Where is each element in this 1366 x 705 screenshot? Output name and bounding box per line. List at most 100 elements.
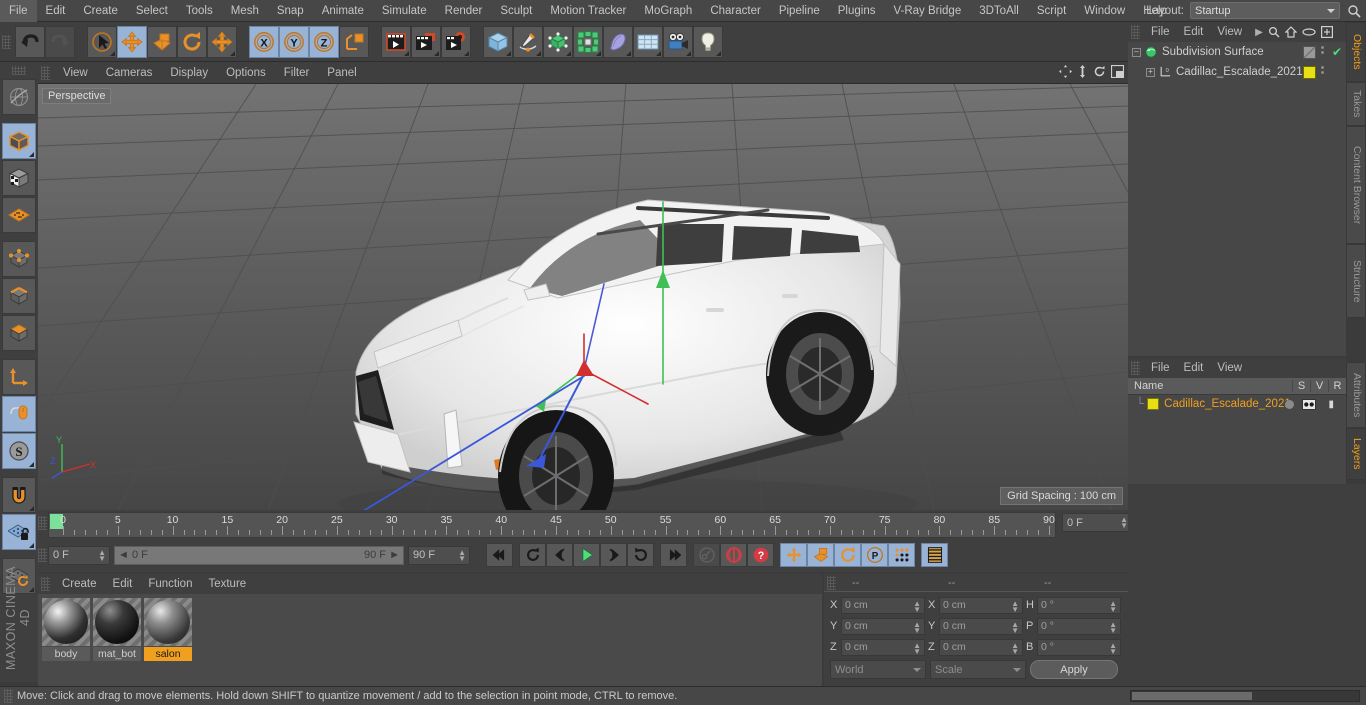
current-frame-field[interactable]: 0 F ▲ ▼	[48, 545, 110, 565]
material-preview[interactable]	[93, 598, 141, 646]
record-active-objects-button[interactable]	[720, 543, 747, 567]
material-menu-texture[interactable]: Texture	[200, 574, 254, 594]
coord-position-field[interactable]: 0 cm ▲ ▼	[841, 617, 925, 635]
coord-size-field[interactable]: 0 cm ▲ ▼	[939, 617, 1023, 635]
play-button[interactable]	[573, 543, 600, 567]
material-name[interactable]: salon	[144, 647, 192, 661]
viewport-menu-panel[interactable]: Panel	[318, 62, 365, 84]
scrollbar-thumb[interactable]	[1132, 692, 1252, 700]
layer-color-swatch[interactable]	[1147, 398, 1160, 410]
expand-corner-icon[interactable]	[110, 50, 115, 56]
stepper-icon-s0[interactable]: ▲ ▼	[1011, 599, 1019, 613]
key-rotation-button[interactable]	[834, 543, 861, 567]
undo-button[interactable]	[15, 25, 45, 58]
scene-object-button[interactable]	[603, 25, 633, 58]
viewport-menu-filter[interactable]: Filter	[275, 62, 319, 84]
viewport-menu-cameras[interactable]: Cameras	[97, 62, 162, 84]
layer-row[interactable]: └ Cadillac_Escalade_2021 ▮	[1128, 395, 1346, 413]
object-tag[interactable]	[1303, 66, 1316, 79]
toolbar-grip[interactable]	[2, 34, 11, 49]
expand-corner-icon[interactable]	[404, 50, 409, 56]
polygon-mode-button[interactable]	[2, 315, 36, 351]
coord-rotation-field[interactable]: 0 ° ▲ ▼	[1037, 617, 1121, 635]
make-editable-button[interactable]	[2, 79, 36, 115]
stepper-icon-r0[interactable]: ▲ ▼	[1109, 599, 1117, 613]
coord-position-field[interactable]: 0 cm ▲ ▼	[841, 638, 925, 656]
vertical-tab-structure[interactable]: Structure	[1346, 244, 1366, 318]
expand-corner-icon[interactable]	[506, 50, 511, 56]
enable-axis-button[interactable]	[2, 396, 36, 432]
expand-corner-icon[interactable]	[230, 50, 235, 56]
world-axis-button[interactable]	[339, 25, 369, 58]
workplane-lock-button[interactable]	[2, 514, 36, 550]
object-menu-view[interactable]: View	[1210, 22, 1249, 42]
light-button[interactable]	[693, 25, 723, 58]
expand-corner-icon-l[interactable]	[29, 543, 34, 548]
menu-edit[interactable]: Edit	[37, 0, 75, 22]
next-keyframe-button[interactable]	[627, 543, 654, 567]
key-scale-button[interactable]	[807, 543, 834, 567]
coordinate-mode-dropdown[interactable]: Scale	[930, 660, 1026, 679]
viewport-menu-display[interactable]: Display	[161, 62, 217, 84]
expand-corner-icon[interactable]	[626, 50, 631, 56]
material-menu-edit[interactable]: Edit	[105, 574, 141, 594]
layer-manager-grip[interactable]	[1131, 361, 1140, 375]
redo-button[interactable]	[45, 25, 75, 58]
stepper-icon[interactable]: ▲ ▼	[98, 548, 106, 562]
stepper-icon-p0[interactable]: ▲ ▼	[913, 599, 921, 613]
timeline-grip[interactable]	[38, 516, 47, 530]
coordinate-system-dropdown[interactable]: World	[830, 660, 926, 679]
search-icon-2[interactable]	[1268, 26, 1280, 38]
object-tree[interactable]: – Subdivision Surface ✔ +0 Cadillac_Escalade…	[1128, 42, 1346, 356]
menu-character[interactable]: Character	[701, 0, 770, 22]
move-button[interactable]	[117, 25, 147, 58]
material-preview[interactable]	[144, 598, 192, 646]
material-name[interactable]: mat_bot	[93, 647, 141, 661]
viewport-menu-grip[interactable]	[41, 65, 50, 80]
menu-pipeline[interactable]: Pipeline	[770, 0, 829, 22]
vertical-tab-layers[interactable]: Layers	[1346, 428, 1366, 480]
viewport-3d[interactable]: Y X Z Perspective Grid Spacing : 100 cm	[38, 84, 1128, 510]
spline-pen-button[interactable]	[513, 25, 543, 58]
material-grip[interactable]	[41, 577, 50, 591]
axis-x-button[interactable]: X	[249, 25, 279, 58]
timeline-ruler[interactable]: 0 5 10 15 20 25 30 35 40 45 50 55 60 65 70 75 80 85 90	[48, 512, 1056, 538]
generator-button[interactable]	[543, 25, 573, 58]
object-dots-icon[interactable]	[1321, 66, 1324, 74]
stepper-icon-s2[interactable]: ▲ ▼	[1011, 641, 1019, 655]
object-manager-grip[interactable]	[1131, 25, 1140, 39]
coord-size-field[interactable]: 0 cm ▲ ▼	[939, 638, 1023, 656]
end-frame-field[interactable]: 90 F ▲ ▼	[408, 545, 470, 565]
viewport-menu-options[interactable]: Options	[217, 62, 275, 84]
viewport-menu-view[interactable]: View	[54, 62, 97, 84]
object-menu-file[interactable]: File	[1144, 22, 1177, 42]
point-mode-button[interactable]	[2, 241, 36, 277]
expand-corner-icon[interactable]	[566, 50, 571, 56]
render-settings-button[interactable]	[441, 25, 471, 58]
menu-3dtoall[interactable]: 3DToAll	[970, 0, 1028, 22]
coord-rotation-field[interactable]: 0 ° ▲ ▼	[1037, 638, 1121, 656]
home-icon[interactable]	[1284, 26, 1297, 38]
axis-y-button[interactable]: Y	[279, 25, 309, 58]
menu-script[interactable]: Script	[1028, 0, 1075, 22]
select-cursor-button[interactable]	[87, 25, 117, 58]
visibility-check-icon[interactable]: ✔	[1332, 45, 1342, 59]
edge-mode-button[interactable]	[2, 278, 36, 314]
object-axis-button[interactable]	[2, 359, 36, 395]
stepper-icon-p1[interactable]: ▲ ▼	[913, 620, 921, 634]
expand-corner-icon[interactable]	[716, 50, 721, 56]
cube-primitive-button[interactable]	[483, 25, 513, 58]
step-forward-button[interactable]	[600, 543, 627, 567]
dolly-icon[interactable]	[1077, 65, 1088, 78]
scale-button[interactable]	[147, 25, 177, 58]
material-item[interactable]: body	[42, 598, 90, 686]
expand-corner-icon[interactable]	[656, 50, 661, 56]
workplane-mode-button[interactable]	[2, 197, 36, 233]
object-row[interactable]: +0 Cadillac_Escalade_2021	[1128, 62, 1346, 82]
orbit-icon[interactable]	[1093, 65, 1106, 78]
material-name[interactable]: body	[42, 647, 90, 661]
object-dots-icon[interactable]	[1321, 46, 1324, 54]
expand-corner-icon-l[interactable]	[29, 462, 34, 467]
axis-z-button[interactable]: Z	[309, 25, 339, 58]
transport-grip[interactable]	[38, 548, 47, 562]
